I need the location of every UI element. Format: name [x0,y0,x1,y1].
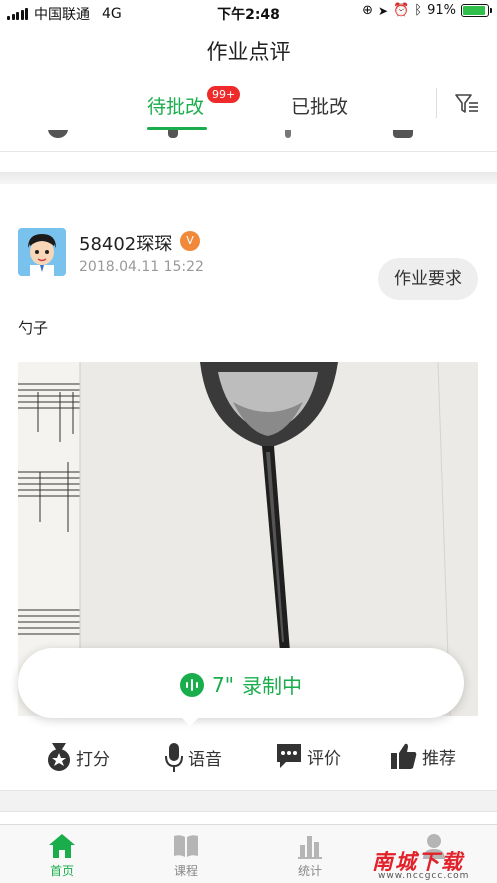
recommend-label: 推荐 [422,748,456,769]
battery-percent: 91% [427,3,456,18]
home-icon [49,834,75,858]
score-button[interactable]: 打分 [46,741,110,773]
book-icon [174,835,198,857]
thumbs-up-icon [391,743,417,769]
lock-rotation-icon: ⊕ [362,3,374,18]
avatar[interactable] [18,228,66,276]
recommend-button[interactable]: 推荐 [390,741,456,771]
tab-stats-label: 统计 [297,864,322,878]
status-right: ⊕ ➤ ⏰ ᛒ 91% [362,3,492,18]
recording-duration: 7" [212,672,234,697]
homework-requirement-button[interactable]: 作业要求 [378,258,478,300]
homework-description: 勺子 [18,319,49,337]
watermark-logo: 南城下载 www.nccgcc.com [372,846,490,881]
tab-bar: 待批改 99+ 已批改 [0,80,497,130]
location-icon: ➤ [378,3,389,18]
comment-label: 评价 [307,748,341,769]
bluetooth-icon: ᛒ [414,3,423,18]
tab-home[interactable]: 首页 [27,833,97,879]
voice-wave-icon [180,672,205,697]
recording-indicator[interactable]: 7" 录制中 [18,648,464,718]
alarm-icon: ⏰ [393,3,410,18]
comment-button[interactable]: 评价 [275,741,341,771]
tab-course-label: 课程 [173,864,198,878]
action-bar: 打分 语音 评价 推荐 [0,735,497,785]
battery-icon [461,4,492,17]
card-separator [0,172,497,184]
tab-home-label: 首页 [49,864,74,878]
comment-icon [277,744,301,768]
vip-badge-icon: V [180,231,200,251]
voice-label: 语音 [188,749,222,770]
bar-chart-icon [298,836,322,859]
score-label: 打分 [76,749,110,770]
submit-date: 2018.04.11 15:22 [79,259,204,275]
tab-pending[interactable]: 待批改 [147,92,204,119]
username: 58402琛琛 [79,234,173,255]
watermark-url: www.nccgcc.com [378,871,470,881]
page-title: 作业点评 [206,40,291,64]
pending-count-badge: 99+ [207,86,241,103]
voice-button[interactable]: 语音 [164,741,222,773]
microphone-icon [165,743,183,772]
tab-stats[interactable]: 统计 [275,833,345,879]
recording-pointer [180,716,200,726]
card-separator-bottom [0,790,497,812]
spacer [0,152,497,174]
recording-status: 录制中 [241,674,302,698]
medal-icon [48,743,70,771]
filter-list-icon[interactable] [454,92,480,116]
tab-divider [436,88,437,118]
previous-card-actions [0,130,497,152]
tab-reviewed[interactable]: 已批改 [291,92,348,119]
tab-course[interactable]: 课程 [151,833,221,879]
status-bar: 中国联通 4G 下午2:48 ⊕ ➤ ⏰ ᛒ 91% [0,0,497,26]
